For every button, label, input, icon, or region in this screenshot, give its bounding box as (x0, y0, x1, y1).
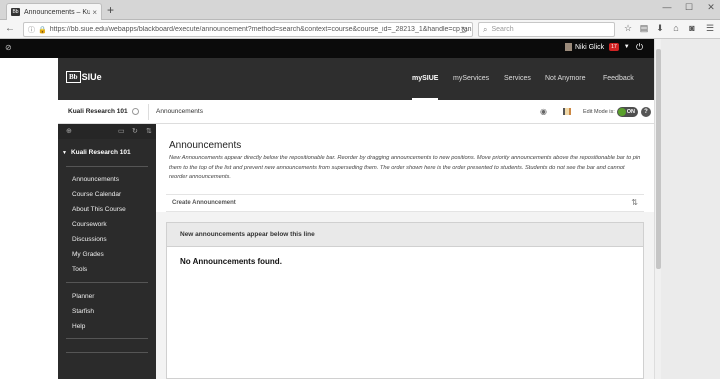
folder-view-icon[interactable]: ▭ (118, 127, 125, 135)
tab-myservices[interactable]: myServices (453, 58, 489, 100)
reading-list-icon[interactable]: ▤ (638, 23, 650, 34)
url-text: https://bb.siue.edu/webapps/blackboard/e… (49, 26, 472, 33)
repositionable-bar[interactable]: New announcements appear below this line (167, 223, 643, 247)
address-bar[interactable]: ⓘ 🔒 https://bb.siue.edu/webapps/blackboa… (23, 22, 473, 37)
breadcrumb-course[interactable]: Kuali Research 101 (68, 108, 128, 115)
course-menu: ⊕ ▭ ↻ ⇅ ▼ Kuali Research 101 Announcement… (58, 124, 156, 379)
reload-icon[interactable]: ↻ (460, 25, 468, 36)
notification-badge: 17 (609, 43, 619, 51)
reorder-icon[interactable]: ⇅ (146, 127, 152, 135)
course-title-label: Kuali Research 101 (70, 149, 131, 156)
sidebar-item-help[interactable]: Help (72, 323, 85, 330)
sidebar-item-about-this-course[interactable]: About This Course (72, 206, 126, 213)
sidebar-item-coursework[interactable]: Coursework (72, 221, 107, 228)
back-button[interactable]: ← (4, 23, 16, 35)
search-input[interactable]: ⌕ Search (478, 22, 615, 37)
student-preview-icon[interactable]: ◉ (540, 107, 547, 116)
page-instructions: New Announcements appear directly below … (169, 155, 641, 180)
chevron-down-icon: ▼ (62, 150, 67, 156)
logo-siue: SIUe (81, 72, 102, 82)
course-menu-toolbar: ⊕ ▭ ↻ ⇅ (58, 124, 156, 139)
sidebar-item-announcements[interactable]: Announcements (72, 176, 119, 183)
logout-icon[interactable]: ⏻ (636, 42, 643, 53)
divider (66, 338, 148, 339)
book-icon[interactable] (563, 108, 571, 115)
empty-message: No Announcements found. (180, 257, 282, 266)
minimize-window-icon[interactable]: — (660, 2, 674, 12)
accessibility-icon[interactable]: ⊘ (5, 43, 12, 52)
new-tab-button[interactable]: + (107, 4, 114, 16)
browser-tab[interactable]: Bb Announcements – Kuali R... × (6, 3, 102, 20)
tab-services[interactable]: Services (504, 58, 531, 100)
browser-nav-bar: ← ⓘ 🔒 https://bb.siue.edu/webapps/blackb… (0, 20, 720, 39)
breadcrumb-page: Announcements (156, 108, 203, 115)
create-announcement-button[interactable]: Create Announcement (172, 200, 236, 206)
sidebar-item-tools[interactable]: Tools (72, 266, 87, 273)
edit-mode-label: Edit Mode is: (583, 109, 615, 115)
divider (66, 282, 148, 283)
user-menu[interactable]: Niki Glick 17 ▼ (565, 43, 630, 51)
pocket-icon[interactable]: ◙ (686, 23, 698, 33)
course-title[interactable]: ▼ Kuali Research 101 (62, 149, 131, 156)
close-window-icon[interactable]: ✕ (704, 2, 718, 13)
info-icon: ⓘ (28, 26, 35, 34)
divider (66, 352, 148, 353)
page-margin (654, 39, 720, 379)
sort-icon[interactable]: ⇅ (631, 198, 638, 207)
tab-close-icon[interactable]: × (92, 8, 97, 17)
menu-icon[interactable]: ☰ (704, 23, 716, 34)
search-icon: ⌕ (483, 24, 488, 34)
user-name: Niki Glick (575, 43, 605, 51)
avatar (565, 43, 572, 51)
course-menu-icon[interactable] (132, 108, 139, 115)
add-menu-item-icon[interactable]: ⊕ (66, 127, 72, 135)
sidebar-item-course-calendar[interactable]: Course Calendar (72, 191, 121, 198)
page-scrollbar[interactable] (654, 39, 661, 379)
chevron-down-icon: ▼ (623, 44, 630, 50)
maximize-window-icon[interactable]: ☐ (682, 2, 696, 13)
scrollbar-thumb[interactable] (656, 49, 661, 269)
home-icon[interactable]: ⌂ (670, 23, 682, 33)
sidebar-item-planner[interactable]: Planner (72, 293, 94, 300)
sidebar-item-starfish[interactable]: Starfish (72, 308, 94, 315)
download-icon[interactable]: ⬇ (654, 23, 666, 34)
bookmark-star-icon[interactable]: ☆ (622, 23, 634, 34)
lock-icon: 🔒 (38, 26, 47, 34)
page-title: Announcements (169, 140, 242, 151)
sidebar-item-discussions[interactable]: Discussions (72, 236, 107, 243)
breadcrumb: Kuali Research 101 Announcements ◉ Edit … (58, 100, 654, 124)
edit-mode-toggle[interactable]: ON (617, 107, 638, 117)
bb-main-nav: Bb SIUe mySIUE myServices Services Not A… (58, 58, 654, 100)
blackboard-favicon-icon: Bb (11, 8, 20, 16)
action-bar: Create Announcement ⇅ (166, 194, 644, 212)
bb-top-bar: ⊘ Niki Glick 17 ▼ ⏻ (0, 39, 654, 58)
tab-myslue[interactable]: mySIUE (412, 58, 439, 100)
tab-not-anymore[interactable]: Not Anymore (545, 58, 585, 100)
help-icon[interactable]: ? (641, 107, 651, 117)
logo-bb: Bb (66, 71, 81, 83)
siue-logo[interactable]: Bb SIUe (66, 70, 102, 84)
divider (66, 166, 148, 167)
divider (148, 104, 149, 120)
tab-title: Announcements – Kuali R... (24, 8, 91, 16)
search-placeholder: Search (491, 26, 514, 33)
announcements-list: New announcements appear below this line… (166, 222, 644, 379)
refresh-icon[interactable]: ↻ (132, 127, 138, 135)
main-content: Announcements New Announcements appear d… (156, 124, 654, 379)
sidebar-item-my-grades[interactable]: My Grades (72, 251, 104, 258)
tab-feedback[interactable]: Feedback (603, 58, 634, 100)
browser-tab-bar: Bb Announcements – Kuali R... × + — ☐ ✕ (0, 0, 720, 20)
